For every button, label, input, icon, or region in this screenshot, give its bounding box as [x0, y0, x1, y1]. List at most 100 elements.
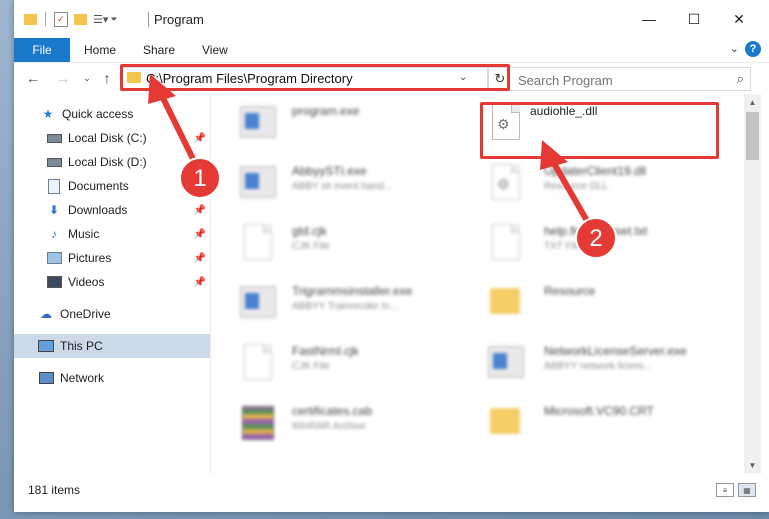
- file-item[interactable]: AbbyySTI.exe ABBY sti event hand...: [234, 154, 474, 210]
- file-name: UpdaterClient19.dll: [544, 164, 647, 178]
- sidebar-item-label: Network: [60, 371, 105, 385]
- file-item[interactable]: NetworkLicenseServer.exe ABBYY network l…: [482, 334, 722, 390]
- file-name: AbbyySTI.exe: [292, 164, 367, 178]
- file-item[interactable]: certificates.cab WinRAR Archive: [234, 394, 474, 450]
- sidebar-item-music[interactable]: ♪ Music 📌: [14, 222, 210, 246]
- title-bar: ✓ ☰▾ ⏷ Program — ☐ ✕: [14, 0, 769, 38]
- new-folder-icon[interactable]: [74, 13, 87, 25]
- file-type: TXT File: [544, 241, 582, 252]
- sidebar-item-label: Videos: [68, 275, 105, 289]
- file-name: certificates.cab: [292, 404, 373, 418]
- sidebar-item-local-disk-c[interactable]: Local Disk (C:) 📌: [14, 126, 210, 150]
- sidebar-item-label: Music: [68, 227, 100, 241]
- back-button[interactable]: ←: [24, 69, 42, 87]
- sidebar-item-this-pc[interactable]: This PC: [14, 334, 210, 358]
- sidebar-item-quick-access[interactable]: ★ Quick access: [14, 102, 210, 126]
- recent-locations-button[interactable]: ⌄: [78, 69, 96, 87]
- document-icon: [240, 342, 274, 382]
- file-highlight-box: [480, 102, 719, 159]
- folder-icon: [488, 402, 522, 442]
- sidebar-item-local-disk-d[interactable]: Local Disk (D:): [14, 150, 210, 174]
- tab-view[interactable]: View: [202, 38, 228, 62]
- sidebar-item-onedrive[interactable]: ☁ OneDrive: [14, 302, 210, 326]
- file-item[interactable]: Trigrammsinstaller.exe ABBYY Trainrecder…: [234, 274, 474, 330]
- minimize-button[interactable]: —: [629, 6, 669, 32]
- file-type: Resource DLL: [544, 181, 608, 192]
- address-highlight-box: [120, 64, 510, 91]
- pin-icon[interactable]: 📌: [194, 229, 206, 240]
- search-input[interactable]: [516, 70, 720, 90]
- file-item[interactable]: FastNrml.cjk CJK File: [234, 334, 474, 390]
- file-item[interactable]: gtd.cjk CJK File: [234, 214, 474, 270]
- pin-icon[interactable]: 📌: [194, 253, 206, 264]
- title-separator: [148, 12, 149, 27]
- details-view-icon[interactable]: ≡: [716, 483, 734, 497]
- up-button[interactable]: ↑: [98, 69, 116, 87]
- expand-ribbon-icon[interactable]: ⌄: [730, 42, 739, 55]
- pin-icon[interactable]: 📌: [194, 277, 206, 288]
- pictures-icon: [46, 251, 62, 265]
- file-type: ABBYY network licens...: [544, 361, 652, 372]
- file-item[interactable]: ⚙ UpdaterClient19.dll Resource DLL: [482, 154, 722, 210]
- file-name: help.first.typeset.txt: [544, 224, 648, 238]
- music-icon: ♪: [51, 227, 57, 241]
- sidebar-item-label: OneDrive: [60, 307, 111, 321]
- close-button[interactable]: ✕: [719, 6, 759, 32]
- file-item[interactable]: help.first.typeset.txt TXT File: [482, 214, 722, 270]
- scroll-down-icon[interactable]: ▼: [744, 457, 761, 474]
- forward-button[interactable]: →: [54, 69, 72, 87]
- sidebar-item-pictures[interactable]: Pictures 📌: [14, 246, 210, 270]
- document-icon: [240, 222, 274, 262]
- scroll-up-icon[interactable]: ▲: [744, 94, 761, 111]
- documents-icon: [46, 178, 62, 194]
- sidebar-item-label: Documents: [68, 179, 129, 193]
- search-box[interactable]: ⌕: [509, 67, 751, 91]
- file-item[interactable]: Resource: [482, 274, 722, 330]
- document-icon: [488, 222, 522, 262]
- computer-icon: [38, 339, 54, 353]
- sidebar-item-label: Downloads: [68, 203, 128, 217]
- sidebar-item-label: Local Disk (D:): [68, 155, 147, 169]
- tab-share[interactable]: Share: [143, 38, 175, 62]
- file-name: Trigrammsinstaller.exe: [292, 284, 413, 298]
- tab-home[interactable]: Home: [84, 38, 116, 62]
- properties-icon[interactable]: ✓: [54, 11, 68, 27]
- pin-icon[interactable]: 📌: [194, 133, 206, 144]
- maximize-button[interactable]: ☐: [674, 6, 714, 32]
- exe-icon: [488, 342, 524, 382]
- sidebar-item-documents[interactable]: Documents 📌: [14, 174, 210, 198]
- window-title: Program: [154, 12, 204, 27]
- item-count: 181 items: [28, 483, 81, 497]
- sidebar-item-videos[interactable]: Videos 📌: [14, 270, 210, 294]
- drive-icon: [46, 155, 62, 169]
- help-icon[interactable]: ?: [745, 41, 761, 57]
- separator: [45, 12, 46, 26]
- customize-toolbar-icon[interactable]: ☰▾: [93, 13, 108, 26]
- ribbon-tabs: File Home Share View ⌄ ?: [14, 38, 769, 62]
- file-item[interactable]: program.exe: [234, 94, 474, 150]
- tab-file[interactable]: File: [14, 38, 70, 62]
- cloud-icon: ☁: [40, 307, 52, 321]
- exe-icon: [240, 102, 276, 142]
- file-type: CJK File: [292, 241, 330, 252]
- file-item[interactable]: Microsoft.VC90.CRT: [482, 394, 722, 450]
- sidebar-item-label: Local Disk (C:): [68, 131, 147, 145]
- star-icon: ★: [42, 107, 54, 121]
- sidebar-item-label: Quick access: [62, 107, 134, 121]
- exe-icon: [240, 282, 276, 322]
- folder-icon: [488, 282, 522, 322]
- downloads-icon: ⬇: [48, 203, 60, 217]
- sidebar-item-downloads[interactable]: ⬇ Downloads 📌: [14, 198, 210, 222]
- search-icon[interactable]: ⌕: [737, 71, 744, 87]
- pin-icon[interactable]: 📌: [194, 181, 206, 192]
- file-type: CJK File: [292, 361, 330, 372]
- videos-icon: [46, 275, 62, 289]
- network-icon: [38, 371, 54, 385]
- vertical-scrollbar[interactable]: ▲ ▼: [744, 94, 761, 474]
- dropdown-arrow-icon[interactable]: ⏷: [110, 14, 117, 25]
- sidebar-item-network[interactable]: Network: [14, 366, 210, 390]
- scroll-thumb[interactable]: [746, 112, 759, 160]
- file-type: ABBY sti event hand...: [292, 181, 392, 192]
- pin-icon[interactable]: 📌: [194, 205, 206, 216]
- large-icons-view-icon[interactable]: ▦: [738, 483, 756, 497]
